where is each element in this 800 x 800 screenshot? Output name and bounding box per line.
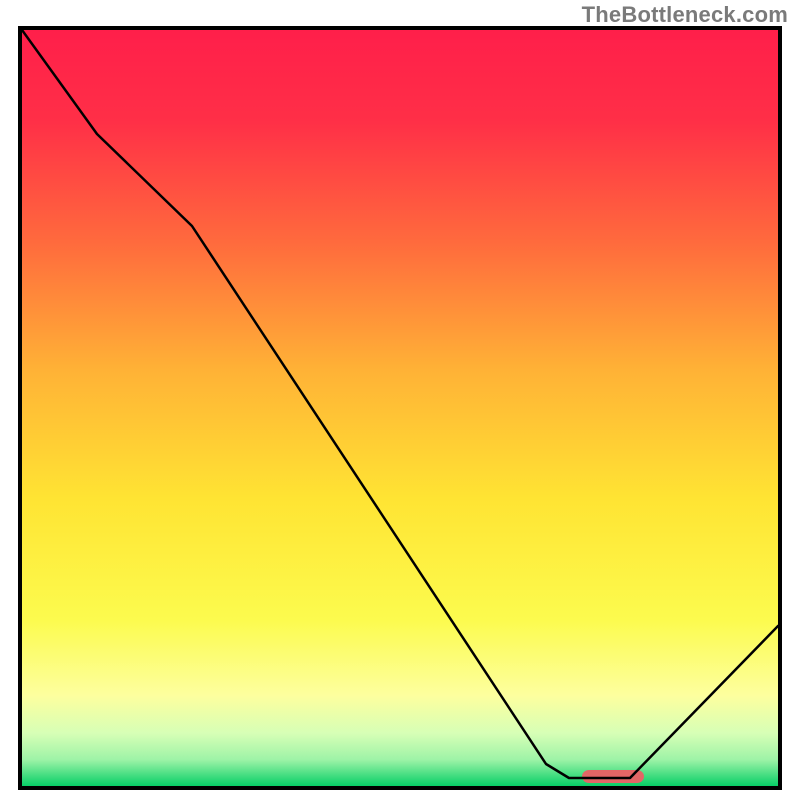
watermark-text: TheBottleneck.com bbox=[582, 2, 788, 28]
chart-frame bbox=[18, 26, 782, 790]
chart-svg bbox=[22, 30, 778, 786]
chart-background bbox=[22, 30, 778, 786]
